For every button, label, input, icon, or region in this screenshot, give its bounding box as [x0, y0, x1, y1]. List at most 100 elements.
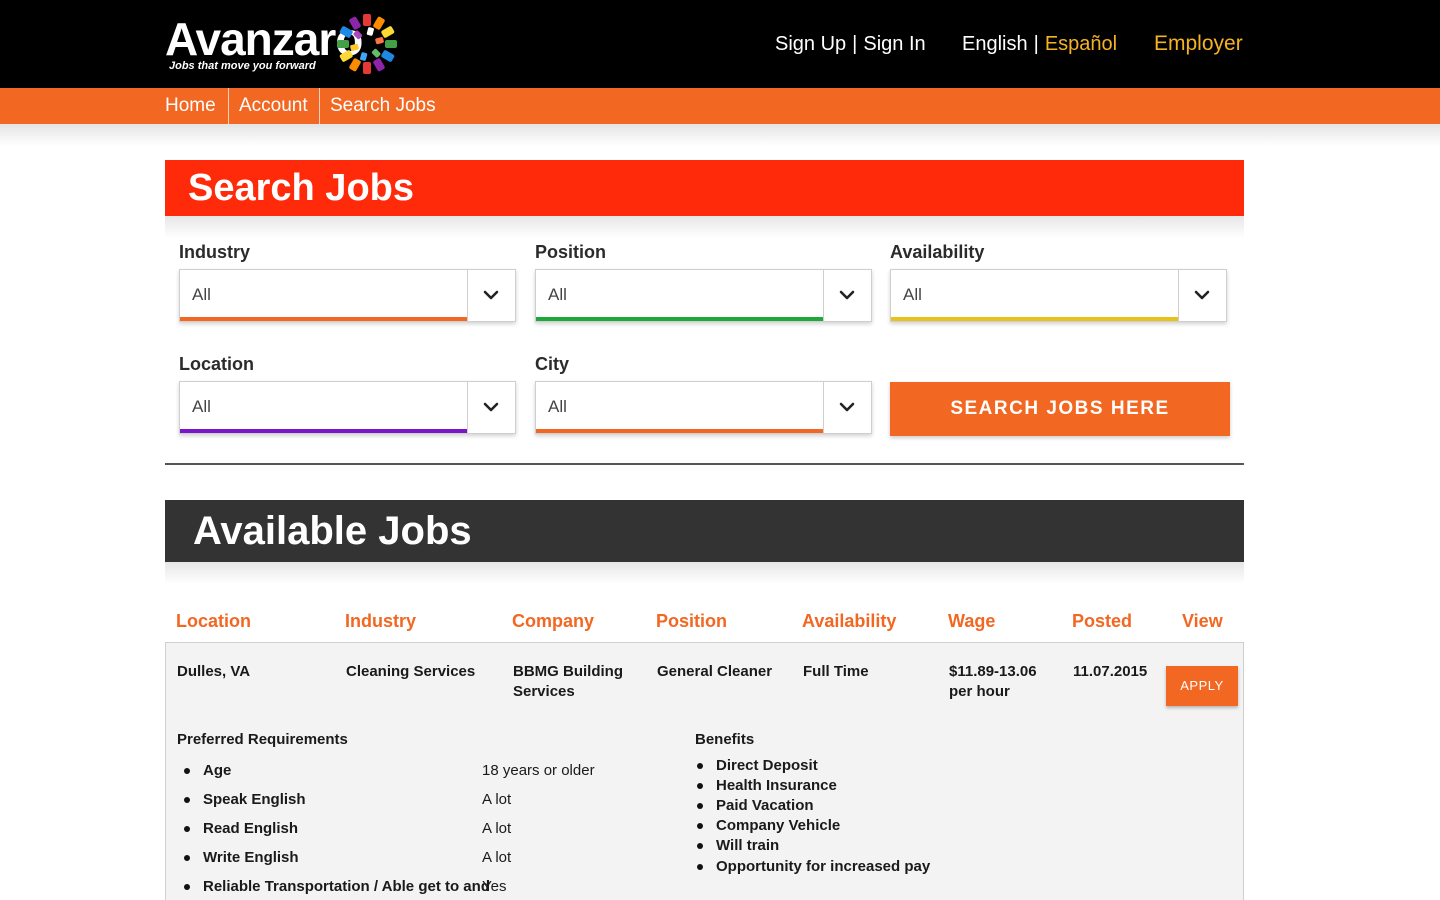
requirement-value: 18 years or older: [482, 762, 595, 779]
bullet-icon: [697, 864, 703, 870]
job-availability: Full Time: [803, 663, 869, 680]
logo-wordmark: Avanzaro: [165, 13, 363, 65]
location-select[interactable]: All: [179, 381, 516, 434]
requirement-row: Reliable Transportation / Able get to an…: [184, 876, 624, 898]
brand-logo[interactable]: Avanzaro Jobs that move you forward: [165, 12, 405, 78]
available-jobs-title: Available Jobs: [193, 509, 472, 553]
position-label: Position: [535, 242, 606, 262]
requirement-value: A lot: [482, 849, 512, 866]
requirement-name: Age: [203, 762, 232, 779]
column-header-location[interactable]: Location: [176, 610, 251, 632]
requirement-name: Read English: [203, 820, 299, 837]
industry-accent-bar: [180, 317, 467, 321]
position-accent-bar: [536, 317, 823, 321]
nav-item-home[interactable]: Home: [165, 88, 216, 124]
nav-shadow: [0, 124, 1440, 146]
job-wage-line2: per hour: [949, 683, 1010, 700]
industry-label: Industry: [179, 242, 251, 262]
column-header-position[interactable]: Position: [656, 610, 727, 632]
availability-label: Availability: [890, 242, 985, 262]
job-wage-line1: $11.89-13.06: [949, 663, 1037, 680]
availability-select[interactable]: All: [890, 269, 1227, 322]
lang-separator: |: [1033, 33, 1039, 55]
benefit-name: Paid Vacation: [716, 797, 814, 814]
bullet-icon: [184, 884, 190, 890]
benefits-title: Benefits: [695, 731, 755, 748]
nav-divider: [228, 88, 229, 124]
lang-english-link[interactable]: English: [962, 30, 1028, 58]
job-location: Dulles, VA: [177, 663, 251, 680]
sign-up-link[interactable]: Sign Up: [775, 30, 846, 58]
chevron-down-icon[interactable]: [836, 284, 858, 306]
nav-item-account[interactable]: Account: [239, 88, 308, 124]
select-divider: [1178, 270, 1179, 321]
bullet-icon: [697, 783, 703, 789]
lang-spanish-link[interactable]: Español: [1045, 30, 1117, 58]
chevron-down-icon[interactable]: [836, 396, 858, 418]
bullet-icon: [697, 843, 703, 849]
city-select[interactable]: All: [535, 381, 872, 434]
search-jobs-button[interactable]: SEARCH JOBS HERE: [890, 382, 1230, 436]
location-label: Location: [179, 354, 254, 374]
industry-value: All: [192, 285, 211, 304]
logo-tagline: Jobs that move you forward: [169, 60, 316, 72]
requirement-value: A lot: [482, 820, 512, 837]
benefit-name: Direct Deposit: [716, 757, 818, 774]
requirement-name: Speak English: [203, 791, 306, 808]
column-header-availability[interactable]: Availability: [802, 610, 896, 632]
column-header-company[interactable]: Company: [512, 610, 594, 632]
top-header: Avanzaro Jobs that move you forward Sign…: [0, 0, 1440, 88]
requirement-row: Age 18 years or older: [184, 760, 624, 782]
benefit-name: Health Insurance: [716, 777, 837, 794]
location-accent-bar: [180, 429, 467, 433]
nav-item-search-jobs[interactable]: Search Jobs: [330, 88, 436, 124]
availability-value: All: [903, 285, 922, 304]
employer-link[interactable]: Employer: [1154, 30, 1243, 58]
requirement-row: Read English A lot: [184, 818, 624, 840]
requirement-name: Reliable Transportation / Able get to an…: [203, 878, 490, 895]
chevron-down-icon[interactable]: [480, 284, 502, 306]
bullet-icon: [184, 797, 190, 803]
requirement-row: Write English A lot: [184, 847, 624, 869]
requirement-value: A lot: [482, 791, 512, 808]
select-divider: [823, 270, 824, 321]
bullet-icon: [697, 823, 703, 829]
job-posted-date: 11.07.2015: [1073, 663, 1148, 680]
benefit-name: Company Vehicle: [716, 817, 841, 834]
position-value: All: [548, 285, 567, 304]
job-position: General Cleaner: [657, 663, 773, 680]
chevron-down-icon[interactable]: [1191, 284, 1213, 306]
section-divider: [165, 463, 1244, 465]
select-divider: [823, 382, 824, 433]
requirement-name: Write English: [203, 849, 299, 866]
bullet-icon: [184, 826, 190, 832]
language-switcher: English | Español: [962, 30, 1117, 58]
benefit-name: Opportunity for increased pay: [716, 858, 931, 875]
bullet-icon: [697, 763, 703, 769]
job-wage: $11.89-13.06 per hour: [949, 662, 1037, 702]
select-divider: [467, 270, 468, 321]
job-industry: Cleaning Services: [346, 663, 476, 680]
benefit-name: Will train: [716, 837, 780, 854]
search-section-header: Search Jobs: [165, 160, 1244, 216]
job-company: BBMG Building Services: [513, 662, 623, 702]
position-select[interactable]: All: [535, 269, 872, 322]
bullet-icon: [184, 768, 190, 774]
main-nav: Home Account Search Jobs: [0, 88, 1440, 124]
apply-button[interactable]: APPLY: [1166, 666, 1238, 706]
requirement-row: Speak English A lot: [184, 789, 624, 811]
sign-in-link[interactable]: Sign In: [863, 30, 925, 58]
logo-ring-icon: [337, 14, 397, 74]
column-header-posted[interactable]: Posted: [1072, 610, 1132, 632]
bullet-icon: [697, 803, 703, 809]
city-accent-bar: [536, 429, 823, 433]
chevron-down-icon[interactable]: [480, 396, 502, 418]
requirements-title: Preferred Requirements: [177, 731, 348, 748]
auth-links: Sign Up | Sign In: [775, 30, 926, 58]
column-header-industry[interactable]: Industry: [345, 610, 416, 632]
industry-select[interactable]: All: [179, 269, 516, 322]
job-company-line2: Services: [513, 683, 575, 700]
available-jobs-header: Available Jobs: [165, 500, 1244, 562]
job-company-line1: BBMG Building: [513, 663, 623, 680]
column-header-wage[interactable]: Wage: [948, 610, 995, 632]
